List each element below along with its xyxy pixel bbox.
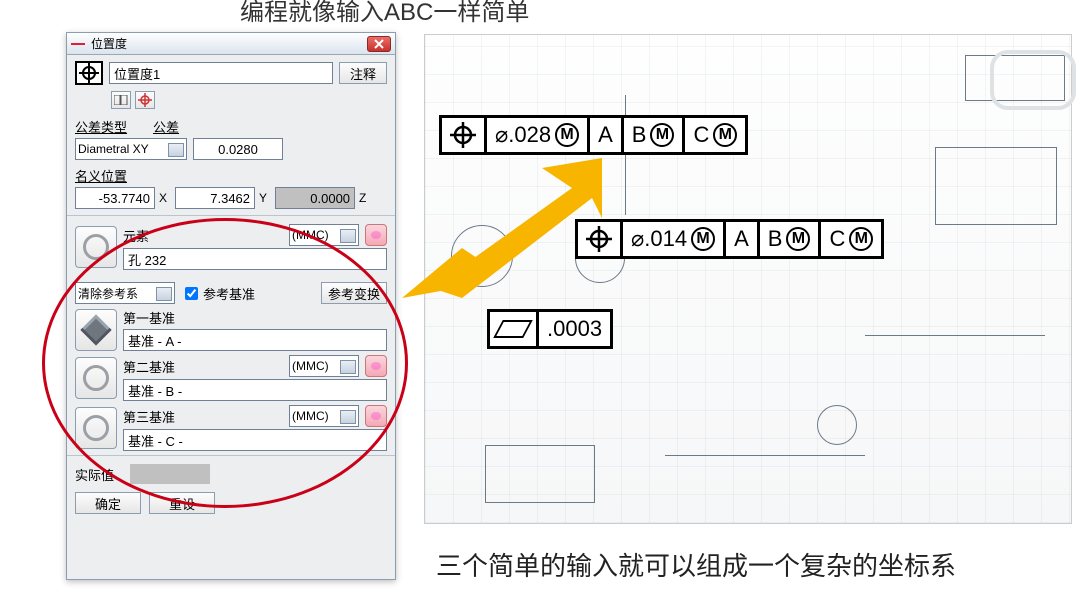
- fcf-row-2: ⌀ .014M A BM CM: [575, 219, 884, 259]
- datum2-mmc-value: (MMC): [292, 359, 329, 373]
- page-caption-top: 编程就像输入ABC一样简单: [240, 0, 529, 27]
- dialog-title: 位置度: [91, 35, 127, 52]
- fcf1-d2: BM: [624, 118, 686, 152]
- fcf2-tol: ⌀ .014M: [623, 222, 726, 256]
- fcf3-parallelism-icon: [490, 312, 539, 346]
- annotate-button[interactable]: 注释: [339, 62, 387, 84]
- nominal-y-input[interactable]: [175, 187, 255, 209]
- ref-transform-button[interactable]: 参考变换: [321, 282, 387, 304]
- fcf-row-3: .0003: [487, 309, 613, 349]
- nominal-z-input[interactable]: [275, 187, 355, 209]
- ref-datum-checkbox[interactable]: 参考基准: [181, 284, 255, 303]
- datum3-label: 第三基准: [123, 407, 175, 426]
- fcf3-val: .0003: [539, 312, 610, 346]
- datum2-mmc-select[interactable]: (MMC): [289, 355, 359, 377]
- ok-button[interactable]: 确定: [75, 492, 141, 514]
- ref-datum-checkbox-input[interactable]: [185, 287, 198, 300]
- y-axis-label: Y: [259, 191, 267, 205]
- position-symbol-icon: [75, 61, 103, 85]
- datum3-color-icon[interactable]: [365, 405, 387, 427]
- position-dialog: 位置度 注释 公差类型 公差 Diametral XY: [66, 32, 396, 580]
- clear-ref-value: 清除参考系: [78, 285, 138, 302]
- ref-datum-label: 参考基准: [203, 284, 255, 303]
- fcf2-d1: A: [726, 222, 760, 256]
- fcf1-d3: CM: [685, 118, 745, 152]
- clear-ref-select[interactable]: 清除参考系: [75, 282, 175, 304]
- fcf2-d2: BM: [760, 222, 822, 256]
- datum3-select-button[interactable]: [75, 407, 117, 449]
- fcf1-d1: A: [590, 118, 624, 152]
- reset-button[interactable]: 重设: [149, 492, 215, 514]
- nominal-position-label: 名义位置: [75, 166, 127, 185]
- element-label: 元素: [123, 226, 149, 245]
- feature-name-input[interactable]: [109, 62, 333, 84]
- fcf1-tol: ⌀ .028M: [487, 118, 590, 152]
- drawing-view: ⟋⟍ .001 A ⌀ .028M A BM CM ⌀ .014M A BM C…: [424, 34, 1072, 524]
- datum3-input[interactable]: [123, 429, 387, 451]
- fcf-mode-icon[interactable]: [111, 91, 131, 109]
- datum2-select-button[interactable]: [75, 357, 117, 399]
- page-caption-bottom: 三个简单的输入就可以组成一个复杂的坐标系: [436, 546, 956, 583]
- datum3-mmc-select[interactable]: (MMC): [289, 405, 359, 427]
- datum1-label: 第一基准: [123, 308, 387, 327]
- tolerance-type-label: 公差类型: [75, 117, 127, 136]
- element-select-button[interactable]: [75, 226, 117, 268]
- tolerance-type-select[interactable]: Diametral XY: [75, 138, 187, 160]
- z-axis-label: Z: [359, 191, 366, 205]
- close-button[interactable]: [367, 36, 391, 52]
- position-mode-icon[interactable]: [135, 91, 155, 109]
- datum2-label: 第二基准: [123, 357, 175, 376]
- fcf2-position-icon: [578, 222, 623, 256]
- app-icon: [71, 39, 85, 49]
- x-axis-label: X: [159, 191, 167, 205]
- tolerance-type-value: Diametral XY: [78, 142, 149, 156]
- tolerance-label: 公差: [153, 117, 179, 136]
- element-name-input[interactable]: [123, 248, 387, 270]
- nominal-x-input[interactable]: [75, 187, 155, 209]
- tolerance-value-input[interactable]: [193, 138, 283, 160]
- element-mmc-select[interactable]: (MMC): [289, 224, 359, 246]
- fcf1-position-icon: [442, 118, 487, 152]
- fcf-row-1: ⌀ .028M A BM CM: [439, 115, 748, 155]
- watermark-o-icon: [990, 50, 1076, 110]
- datum2-color-icon[interactable]: [365, 355, 387, 377]
- element-color-icon[interactable]: [365, 224, 387, 246]
- actual-value-field: [130, 464, 210, 484]
- element-mmc-value: (MMC): [292, 228, 329, 242]
- fcf2-d3: CM: [821, 222, 881, 256]
- datum2-input[interactable]: [123, 379, 387, 401]
- datum3-mmc-value: (MMC): [292, 409, 329, 423]
- actual-value-label: 实际值: [75, 465, 114, 484]
- datum1-select-button[interactable]: [75, 309, 117, 351]
- dialog-titlebar: 位置度: [67, 33, 395, 55]
- datum1-input[interactable]: [123, 329, 387, 351]
